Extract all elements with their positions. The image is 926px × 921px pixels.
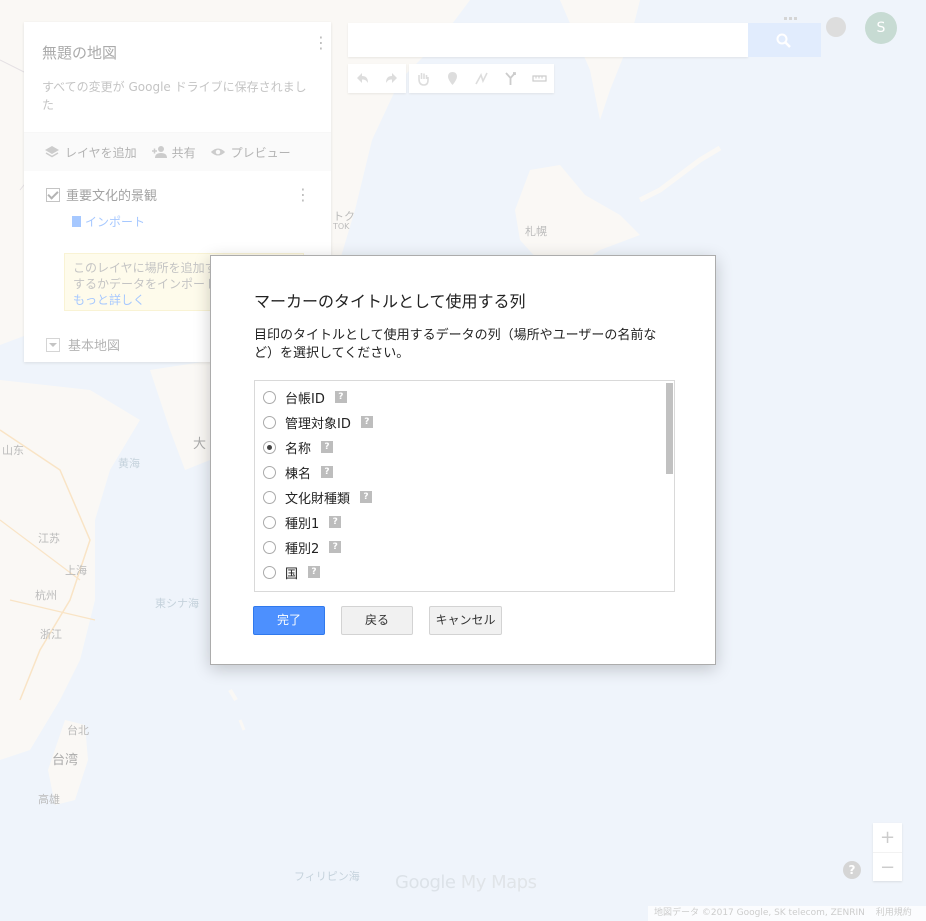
column-option-label: 種別2 — [285, 541, 320, 557]
column-option-label: 台帳ID — [285, 391, 325, 407]
column-info-help-icon[interactable]: ? — [321, 441, 334, 453]
column-option-label: 文化財種類 — [285, 491, 351, 507]
dialog-title: マーカーのタイトルとして使用する列 — [254, 292, 526, 311]
radio-button[interactable] — [263, 490, 276, 504]
radio-button[interactable] — [263, 390, 276, 404]
radio-button[interactable] — [263, 440, 276, 454]
column-option[interactable]: 種別2? — [263, 537, 342, 557]
radio-button[interactable] — [263, 515, 276, 529]
column-option[interactable]: 国? — [263, 562, 321, 582]
column-option-label: 名称 — [285, 441, 312, 457]
column-info-help-icon[interactable]: ? — [321, 466, 334, 478]
column-option[interactable]: 名称? — [263, 437, 334, 457]
column-option[interactable]: 棟名? — [263, 462, 334, 482]
radio-button[interactable] — [263, 415, 276, 429]
column-option[interactable]: 種別1? — [263, 512, 342, 532]
column-option-label: 国 — [285, 566, 299, 582]
cancel-button[interactable]: キャンセル — [429, 606, 502, 635]
back-button[interactable]: 戻る — [341, 606, 413, 635]
column-option[interactable]: 文化財種類? — [263, 487, 373, 507]
radio-button[interactable] — [263, 565, 276, 579]
marker-title-column-dialog: マーカーのタイトルとして使用する列 目印のタイトルとして使用するデータの列（場所… — [210, 255, 716, 665]
column-info-help-icon[interactable]: ? — [329, 541, 342, 553]
column-info-help-icon[interactable]: ? — [329, 516, 342, 528]
done-button[interactable]: 完了 — [253, 606, 325, 635]
dialog-description: 目印のタイトルとして使用するデータの列（場所やユーザーの名前など）を選択してくだ… — [254, 328, 657, 361]
column-option[interactable]: 台帳ID? — [263, 387, 347, 407]
column-option-label: 管理対象ID — [285, 416, 351, 432]
column-info-help-icon[interactable]: ? — [360, 416, 373, 428]
radio-button[interactable] — [263, 465, 276, 479]
column-options-list[interactable]: 台帳ID? 管理対象ID? 名称? 棟名? 文化財種類? 種別1? 種別2? 国? — [254, 380, 675, 592]
column-option[interactable]: 管理対象ID? — [263, 412, 373, 432]
radio-button[interactable] — [263, 540, 276, 554]
column-info-help-icon[interactable]: ? — [360, 491, 373, 503]
column-info-help-icon[interactable]: ? — [334, 391, 347, 403]
column-info-help-icon[interactable]: ? — [308, 566, 321, 578]
column-option-label: 種別1 — [285, 516, 320, 532]
column-option-label: 棟名 — [285, 466, 312, 482]
list-scrollbar[interactable] — [664, 381, 674, 591]
list-scrollbar-thumb[interactable] — [666, 383, 673, 474]
